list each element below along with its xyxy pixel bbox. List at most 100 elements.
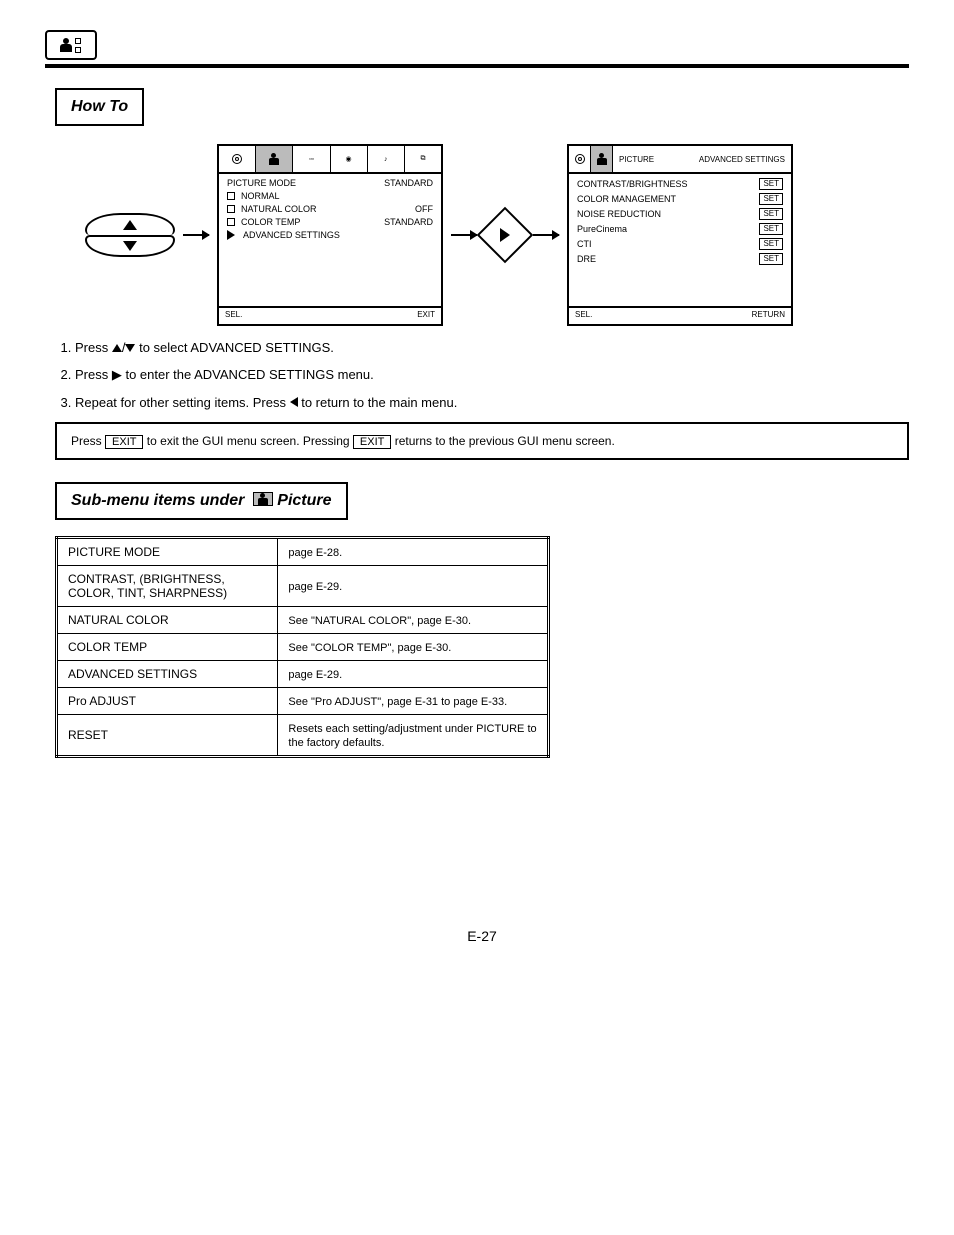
submenu-item: NATURAL COLOR (57, 607, 278, 634)
menu-row: COLOR TEMP STANDARD (227, 217, 433, 227)
footer-sel: SEL. (575, 310, 592, 322)
set-button[interactable]: SET (759, 208, 783, 220)
footer-exit: EXIT (417, 310, 435, 322)
chevron-down-icon (123, 241, 137, 251)
exit-note: Press EXIT to exit the GUI menu screen. … (55, 422, 909, 460)
person-icon (258, 493, 268, 505)
menu-row: NOISE REDUCTION SET (577, 208, 783, 220)
square-icon (227, 192, 235, 200)
submenu-title-text: Sub-menu items under (71, 492, 244, 509)
chevron-up-icon (112, 344, 122, 352)
tab: ♪ (368, 146, 405, 172)
tab: ◉ (331, 146, 368, 172)
menu-value: OFF (415, 204, 433, 214)
submenu-item: RESET (57, 715, 278, 757)
chevron-right-icon (500, 228, 510, 242)
square-icon (227, 205, 235, 213)
nav-up-button[interactable] (85, 213, 175, 235)
howto-steps: Press / to select ADVANCED SETTINGS. Pre… (55, 340, 909, 410)
menu-label: PICTURE MODE (227, 178, 378, 188)
menu-label: COLOR TEMP (241, 217, 378, 227)
menu-row: PureCinema SET (577, 223, 783, 235)
menu-row: CONTRAST/BRIGHTNESSSET (577, 178, 783, 190)
step-3: Repeat for other setting items. Press to… (75, 395, 909, 410)
screen-tabs: ▫▫ ◉ ♪ ⧉ (219, 146, 441, 174)
step-2: Press ▶ to enter the ADVANCED SETTINGS m… (75, 367, 909, 383)
screen-body: PICTURE MODE STANDARD NORMAL NATURAL COLO… (219, 174, 441, 306)
menu-label: ADVANCED SETTINGS (243, 230, 340, 240)
page-number: E-27 (55, 928, 909, 944)
screen-title-left: PICTURE (619, 155, 654, 164)
table-row: ADVANCED SETTINGS page E-29. (57, 661, 549, 688)
submenu-ref: Resets each setting/adjustment under PIC… (278, 715, 549, 757)
screen-body: CONTRAST/BRIGHTNESSSET COLOR MANAGEMENT S… (569, 174, 791, 306)
screen-title-right: ADVANCED SETTINGS (699, 155, 785, 164)
menu-row: CTISET (577, 238, 783, 250)
screen-footer: SEL. EXIT (219, 306, 441, 324)
table-row: COLOR TEMP See "COLOR TEMP", page E-30. (57, 634, 549, 661)
menu-label: DRE (577, 254, 753, 264)
screen-footer: SEL. RETURN (569, 306, 791, 324)
square-icon (227, 218, 235, 226)
submenu-ref: See "NATURAL COLOR", page E-30. (278, 607, 549, 634)
submenu-title: Sub-menu items under Picture (55, 482, 348, 520)
submenu-ref: page E-28. (278, 538, 549, 566)
howto-title: How To (55, 88, 144, 126)
tab: ▫▫ (293, 146, 330, 172)
menu-row: NORMAL (227, 191, 433, 201)
menu-value: STANDARD (384, 217, 433, 227)
arrow-icon (451, 234, 477, 236)
submenu-ref: See "Pro ADJUST", page E-31 to page E-33… (278, 688, 549, 715)
table-row: CONTRAST, (BRIGHTNESS, COLOR, TINT, SHAR… (57, 566, 549, 607)
menu-label: COLOR MANAGEMENT (577, 194, 753, 204)
square-icon (75, 47, 81, 53)
footer-return: RETURN (752, 310, 785, 322)
footer-sel: SEL. (225, 310, 242, 322)
menu-row: ADVANCED SETTINGS (227, 230, 433, 240)
nav-down-button[interactable] (85, 235, 175, 257)
set-button[interactable]: SET (759, 193, 783, 205)
menu-label: NATURAL COLOR (241, 204, 409, 214)
tab-active (256, 146, 293, 172)
page-category-icon (45, 30, 97, 60)
submenu-title-tail: Picture (277, 492, 331, 509)
set-button[interactable]: SET (759, 178, 783, 190)
menu-label: PureCinema (577, 224, 753, 234)
screen-picture-menu: ▫▫ ◉ ♪ ⧉ PICTURE MODE STANDARD NORMAL NAT… (217, 144, 443, 326)
person-icon (269, 153, 279, 165)
up-down-control[interactable] (85, 213, 175, 257)
submenu-item: Pro ADJUST (57, 688, 278, 715)
chevron-up-icon (123, 220, 137, 230)
menu-label: NORMAL (241, 191, 280, 201)
submenu-ref: See "COLOR TEMP", page E-30. (278, 634, 549, 661)
person-icon (60, 38, 72, 52)
table-row: NATURAL COLOR See "NATURAL COLOR", page … (57, 607, 549, 634)
person-icon (597, 153, 607, 165)
set-button[interactable]: SET (759, 253, 783, 265)
tab (219, 146, 256, 172)
set-button[interactable]: SET (759, 238, 783, 250)
square-icon (75, 38, 81, 44)
menu-value: STANDARD (384, 178, 433, 188)
submenu-item: PICTURE MODE (57, 538, 278, 566)
submenu-item: CONTRAST, (BRIGHTNESS, COLOR, TINT, SHAR… (57, 566, 278, 607)
picture-badge (253, 492, 273, 506)
tab-title: PICTURE ADVANCED SETTINGS (613, 146, 791, 172)
gear-icon (575, 154, 585, 164)
header-rule (45, 64, 909, 68)
chevron-down-icon (125, 344, 135, 352)
submenu-ref: page E-29. (278, 566, 549, 607)
step-1: Press / to select ADVANCED SETTINGS. (75, 340, 909, 355)
nav-right-button[interactable] (477, 207, 534, 264)
table-row: Pro ADJUST See "Pro ADJUST", page E-31 t… (57, 688, 549, 715)
gear-icon (232, 154, 242, 164)
menu-label: NOISE REDUCTION (577, 209, 753, 219)
menu-row: NATURAL COLOR OFF (227, 204, 433, 214)
set-button[interactable]: SET (759, 223, 783, 235)
tab: ⧉ (405, 146, 441, 172)
arrow-icon (183, 234, 209, 236)
tab (569, 146, 591, 172)
screen-tabs: PICTURE ADVANCED SETTINGS (569, 146, 791, 174)
submenu-item: ADVANCED SETTINGS (57, 661, 278, 688)
exit-button-label: EXIT (353, 435, 391, 449)
